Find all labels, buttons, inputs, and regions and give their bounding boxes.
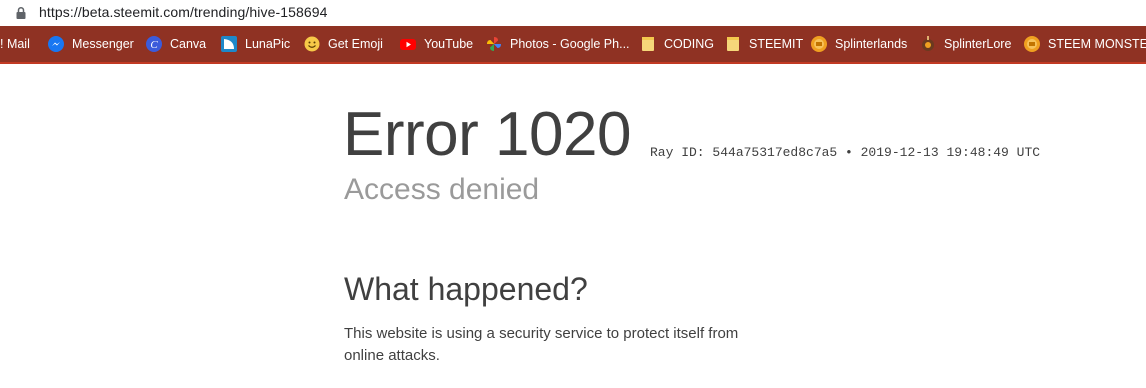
bookmark-steem-monsters[interactable]: STEEM MONSTERS: [1024, 26, 1146, 62]
folder-icon: [640, 36, 656, 52]
lock-icon[interactable]: [14, 6, 28, 20]
bookmark-get-emoji[interactable]: Get Emoji: [304, 26, 383, 62]
bookmark-folder-coding[interactable]: CODING: [640, 26, 714, 62]
bookmark-label: ! Mail: [0, 37, 30, 51]
bookmark-label: STEEM MONSTERS: [1048, 37, 1146, 51]
folder-icon: [725, 36, 741, 52]
bookmark-label: Photos - Google Ph...: [510, 37, 630, 51]
ray-id-text: Ray ID: 544a75317ed8c7a5 • 2019-12-13 19…: [650, 145, 1041, 160]
bookmark-label: Messenger: [72, 37, 134, 51]
bookmark-youtube[interactable]: YouTube: [400, 26, 473, 62]
error-title: Error 1020: [343, 100, 631, 169]
canva-icon: C: [146, 36, 162, 52]
emoji-icon: [304, 36, 320, 52]
splinterlore-icon: [920, 36, 936, 52]
lunapic-icon: [221, 36, 237, 52]
address-bar[interactable]: https://beta.steemit.com/trending/hive-1…: [0, 0, 1146, 26]
bookmark-label: YouTube: [424, 37, 474, 51]
bookmark-label: CODING: [664, 37, 714, 51]
what-happened-heading: What happened?: [344, 271, 588, 307]
bookmarks-bar: ! Mail Messenger C Canva LunaPic Get Emo…: [0, 26, 1146, 64]
bookmark-label: SplinterLore: [944, 37, 1012, 51]
bookmark-messenger[interactable]: Messenger: [48, 26, 134, 62]
bookmark-label: STEEMIT: [749, 37, 804, 51]
bookmark-label: Get Emoji: [328, 37, 383, 51]
error-subtitle: Access denied: [344, 173, 540, 206]
bookmark-label: LunaPic: [245, 37, 291, 51]
youtube-icon: [400, 36, 416, 52]
steem-monsters-icon: [1024, 36, 1040, 52]
bookmark-lunapic[interactable]: LunaPic: [221, 26, 290, 62]
bookmark-folder-steemit[interactable]: STEEMIT: [725, 26, 803, 62]
bookmark-splinterlands[interactable]: Splinterlands: [811, 26, 907, 62]
url-text[interactable]: https://beta.steemit.com/trending/hive-1…: [39, 4, 328, 20]
splinterlands-icon: [811, 36, 827, 52]
pinwheel-icon: [486, 36, 502, 52]
bookmark-label: Splinterlands: [835, 37, 908, 51]
what-happened-text: This website is using a security service…: [344, 325, 739, 364]
bookmark-splinterlore[interactable]: SplinterLore: [920, 26, 1011, 62]
bookmark-google-photos[interactable]: Photos - Google Ph...: [486, 26, 630, 62]
bookmark-label: Canva: [170, 37, 207, 51]
svg-text:C: C: [150, 39, 158, 51]
messenger-icon: [48, 36, 64, 52]
bookmark-canva[interactable]: C Canva: [146, 26, 206, 62]
bookmark-mail[interactable]: ! Mail: [0, 26, 30, 62]
